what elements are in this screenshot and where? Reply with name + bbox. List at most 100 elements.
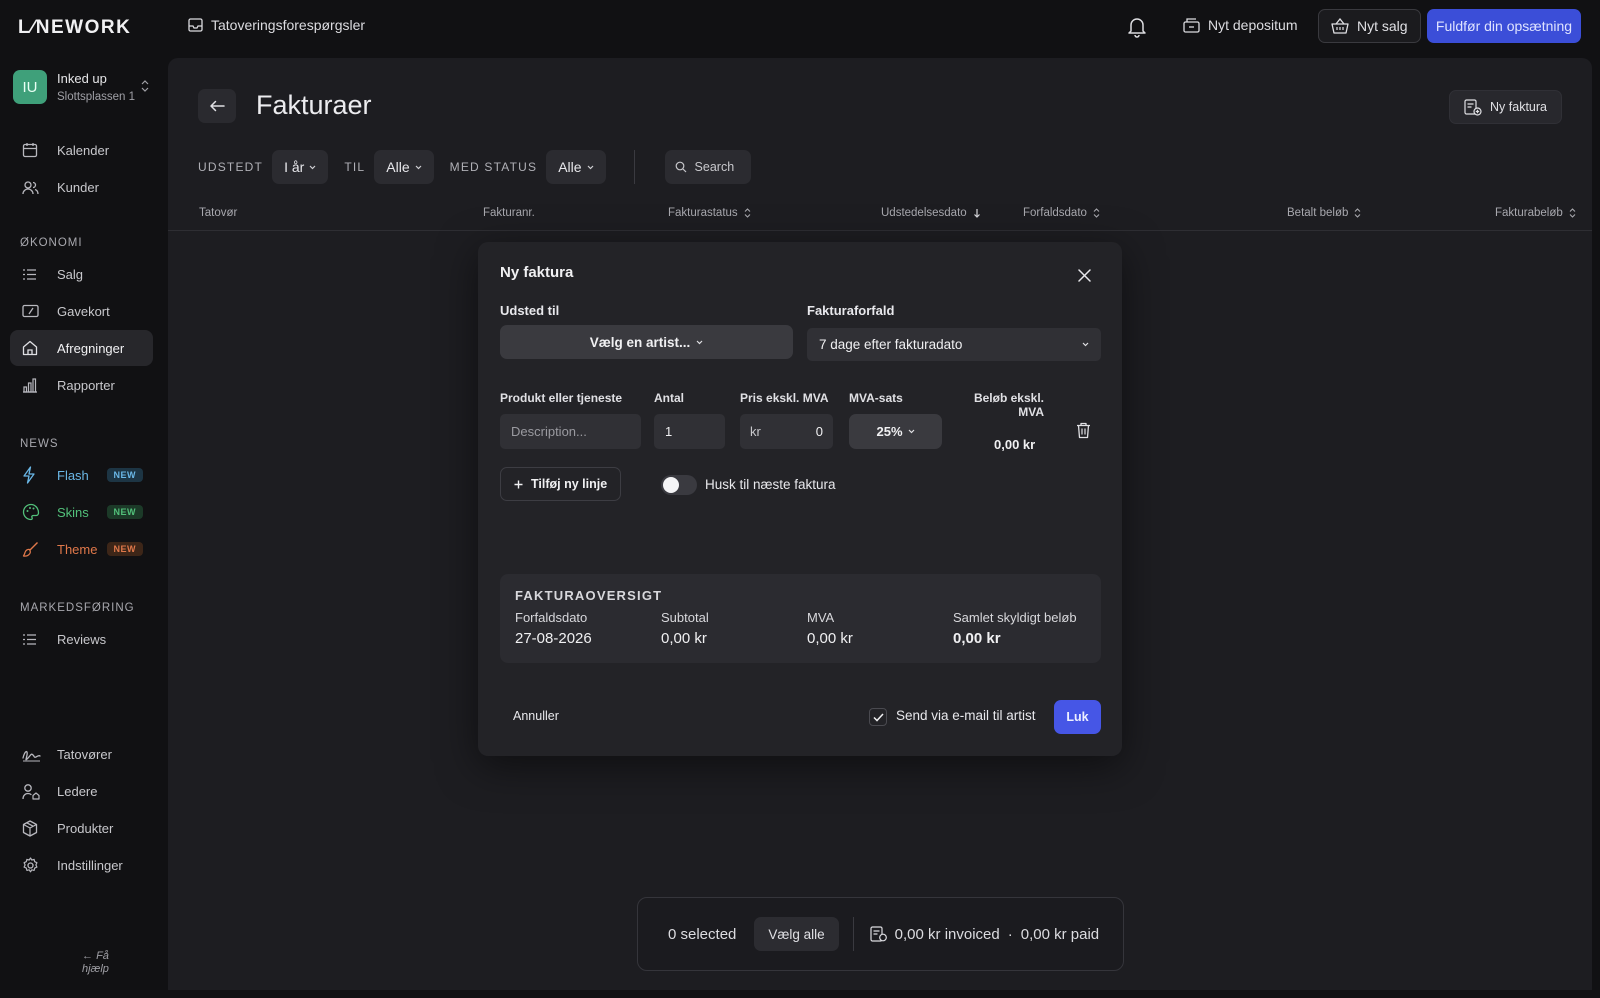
app-logo[interactable]: L⁄NEWORK: [18, 17, 131, 39]
sidebar-item-theme[interactable]: Theme NEW: [10, 531, 153, 567]
sidebar-item-flash[interactable]: Flash NEW: [10, 457, 153, 493]
sort-icon: [1569, 208, 1576, 218]
plus-icon: [514, 480, 523, 489]
chevron-down-icon: [696, 340, 703, 345]
sidebar-item-indstillinger[interactable]: Indstillinger: [10, 847, 153, 883]
sidebar-item-label: Salg: [57, 266, 84, 282]
workspace-switcher[interactable]: IU Inked up Slottsplassen 1: [13, 70, 135, 104]
column-header-betalt-belob[interactable]: Betalt beløb: [1287, 207, 1361, 219]
tattoo-requests-link[interactable]: Tatoveringsforespørgsler: [188, 17, 365, 33]
status-filter-select[interactable]: Alle: [546, 150, 606, 184]
notifications-bell-icon[interactable]: [1127, 16, 1147, 38]
summary-total-value: 0,00 kr: [953, 630, 1001, 647]
issued-to-label: Udsted til: [500, 303, 560, 318]
new-deposit-label: Nyt depositum: [1208, 17, 1298, 33]
sidebar-item-gavekort[interactable]: Gavekort: [10, 293, 153, 329]
send-email-checkbox[interactable]: [869, 708, 887, 726]
chevron-down-icon: [415, 165, 422, 170]
to-filter-label: TIL: [344, 160, 366, 174]
column-header-label: Betalt beløb: [1287, 207, 1349, 219]
select-all-button[interactable]: Vælg alle: [754, 917, 839, 951]
back-button[interactable]: [198, 89, 236, 123]
column-header-fakturabelob[interactable]: Fakturabeløb: [1495, 207, 1576, 219]
sidebar-item-kalender[interactable]: Kalender: [10, 132, 153, 168]
sidebar-item-kunder[interactable]: Kunder: [10, 169, 153, 205]
cancel-button[interactable]: Annuller: [513, 709, 559, 723]
flash-icon: [22, 466, 44, 484]
giftcard-icon: [22, 304, 44, 318]
add-line-label: Tilføj ny linje: [531, 477, 608, 491]
new-deposit-button[interactable]: Nyt depositum: [1183, 17, 1297, 33]
finish-setup-button[interactable]: Fuldfør din opsætning: [1427, 9, 1581, 43]
invoice-summary: FAKTURAOVERSIGT Forfaldsdato 27-08-2026 …: [500, 574, 1101, 663]
artist-select-placeholder: Vælg en artist...: [589, 334, 691, 350]
price-column-label: Pris ekskl. MVA: [740, 391, 829, 405]
search-input[interactable]: Search: [664, 150, 751, 184]
vat-rate-select[interactable]: 25%: [849, 414, 942, 449]
description-input[interactable]: Description...: [500, 414, 641, 449]
list-icon: [22, 633, 44, 646]
close-icon[interactable]: [1078, 269, 1091, 282]
issued-filter-label: UDSTEDT: [198, 160, 264, 174]
invoice-due-select[interactable]: 7 dage efter fakturadato: [807, 328, 1101, 361]
sidebar-item-label: Produkter: [57, 820, 114, 836]
summary-subtotal-label: Subtotal: [661, 610, 709, 625]
inbox-icon: [188, 18, 203, 32]
chevron-down-icon: [908, 429, 915, 434]
sidebar-item-produkter[interactable]: Produkter: [10, 810, 153, 846]
workspace-name: Inked up: [57, 71, 107, 86]
new-badge: NEW: [106, 468, 143, 482]
sort-desc-icon: [973, 208, 981, 218]
invoice-due-label: Fakturaforfald: [807, 303, 895, 318]
column-header-fakturastatus[interactable]: Fakturastatus: [668, 207, 751, 219]
summary-due-date-label: Forfaldsdato: [515, 610, 588, 625]
issued-filter-select[interactable]: I år: [272, 150, 329, 184]
chevron-down-icon: [587, 165, 594, 170]
totals-separator: ·: [1007, 925, 1013, 943]
get-help-link[interactable]: ← Få hjælp: [82, 950, 132, 976]
trash-icon[interactable]: [1076, 422, 1091, 439]
column-header-forfaldsdato[interactable]: Forfaldsdato: [1023, 207, 1100, 219]
sidebar-item-afregninger[interactable]: Afregninger: [10, 330, 153, 366]
sidebar-item-rapporter[interactable]: Rapporter: [10, 367, 153, 403]
sidebar-item-reviews[interactable]: Reviews: [10, 621, 153, 657]
price-currency: kr: [750, 424, 761, 439]
signature-icon: [22, 747, 44, 762]
summary-vat-label: MVA: [807, 610, 835, 625]
sidebar-item-tatovorer[interactable]: Tatovører: [10, 736, 153, 772]
remember-toggle[interactable]: [661, 475, 697, 495]
bar-chart-icon: [22, 377, 44, 393]
quantity-input[interactable]: 1: [654, 414, 725, 449]
chevron-up-down-icon[interactable]: [141, 80, 149, 92]
issued-filter-value: I år: [284, 159, 305, 175]
box-icon: [22, 819, 44, 837]
remember-toggle-label: Husk til næste faktura: [705, 477, 836, 492]
sidebar-item-skins[interactable]: Skins NEW: [10, 494, 153, 530]
artist-select[interactable]: Vælg en artist...: [500, 325, 793, 359]
selection-bar: 0 selected Vælg alle 0,00 kr invoiced · …: [637, 897, 1124, 971]
new-invoice-dialog: Ny faktura Udsted til Vælg en artist... …: [478, 242, 1122, 756]
new-sale-button[interactable]: Nyt salg: [1318, 9, 1421, 43]
line-amount: 0,00 kr: [994, 437, 1036, 452]
summary-vat: MVA 0,00 kr: [807, 610, 853, 647]
arrow-left-icon: [209, 100, 225, 112]
column-header-label: Fakturastatus: [668, 207, 738, 219]
close-dialog-button[interactable]: Luk: [1054, 700, 1101, 734]
tattoo-requests-label: Tatoveringsforespørgsler: [211, 17, 366, 33]
column-header-tatovor[interactable]: Tatovør: [199, 207, 237, 219]
invoice-add-icon: [1464, 98, 1482, 116]
column-header-udstedelsesdato[interactable]: Udstedelsesdato: [881, 207, 981, 219]
summary-title: FAKTURAOVERSIGT: [515, 588, 663, 603]
new-invoice-button[interactable]: Ny faktura: [1449, 90, 1562, 124]
add-line-button[interactable]: Tilføj ny linje: [500, 467, 622, 501]
invoice-totals: 0,00 kr invoiced · 0,00 kr paid: [870, 926, 1099, 943]
basket-icon: [1331, 18, 1349, 34]
sidebar-item-label: Theme: [57, 541, 98, 557]
column-header-fakturanr[interactable]: Fakturanr.: [483, 207, 535, 219]
dialog-title: Ny faktura: [500, 264, 574, 281]
price-input[interactable]: kr 0: [740, 414, 833, 449]
brush-icon: [22, 541, 44, 558]
sidebar-item-ledere[interactable]: Ledere: [10, 773, 153, 809]
to-filter-select[interactable]: Alle: [374, 150, 434, 184]
sidebar-item-salg[interactable]: Salg: [10, 256, 153, 292]
